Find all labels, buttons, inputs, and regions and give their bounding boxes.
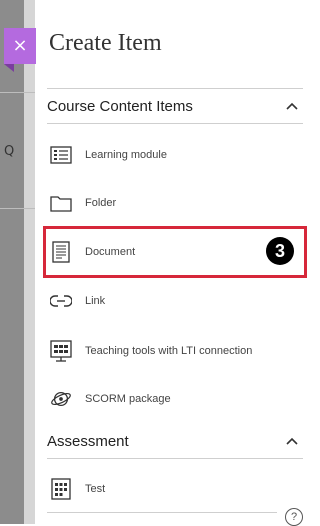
item-learning-module[interactable]: Learning module bbox=[47, 132, 303, 178]
item-folder[interactable]: Folder bbox=[47, 180, 303, 226]
section-label: Assessment bbox=[47, 432, 129, 450]
close-button[interactable]: × bbox=[4, 28, 36, 64]
item-document[interactable]: Document 3 bbox=[43, 226, 307, 278]
item-label: Folder bbox=[85, 197, 117, 209]
link-icon bbox=[50, 290, 72, 312]
backdrop-divider bbox=[0, 92, 35, 93]
panel-title: Create Item bbox=[49, 30, 162, 56]
item-label: Teaching tools with LTI connection bbox=[85, 345, 253, 357]
item-label: Document bbox=[85, 246, 136, 258]
item-scorm-package[interactable]: SCORM package bbox=[47, 376, 303, 422]
lti-tool-icon bbox=[50, 340, 72, 362]
item-test[interactable]: Test bbox=[47, 466, 303, 512]
scorm-icon bbox=[50, 388, 72, 410]
backdrop-divider bbox=[0, 208, 35, 209]
section-label: Course Content Items bbox=[47, 97, 193, 115]
item-label: Test bbox=[85, 483, 106, 495]
backdrop-overlay bbox=[0, 0, 24, 524]
search-icon: Q bbox=[4, 144, 15, 159]
section-header-assessment[interactable]: Assessment bbox=[47, 424, 303, 459]
item-label: SCORM package bbox=[85, 393, 171, 405]
divider bbox=[47, 512, 277, 513]
test-icon bbox=[50, 478, 72, 500]
help-icon[interactable]: ? bbox=[285, 508, 303, 526]
folder-icon bbox=[50, 192, 72, 214]
item-label: Link bbox=[85, 295, 106, 307]
backdrop-edge bbox=[24, 0, 35, 524]
document-icon bbox=[50, 241, 72, 263]
section-header-course-content[interactable]: Course Content Items bbox=[47, 88, 303, 124]
item-link[interactable]: Link bbox=[47, 278, 303, 324]
item-label: Learning module bbox=[85, 149, 167, 161]
create-item-panel: Create Item Course Content Items Learnin… bbox=[35, 0, 311, 526]
learning-module-icon bbox=[50, 144, 72, 166]
close-tab-fold bbox=[4, 64, 14, 72]
chevron-up-icon bbox=[286, 102, 298, 110]
chevron-up-icon bbox=[286, 437, 298, 445]
item-lti-tools[interactable]: Teaching tools with LTI connection bbox=[47, 328, 303, 374]
step-number-badge: 3 bbox=[266, 237, 294, 265]
